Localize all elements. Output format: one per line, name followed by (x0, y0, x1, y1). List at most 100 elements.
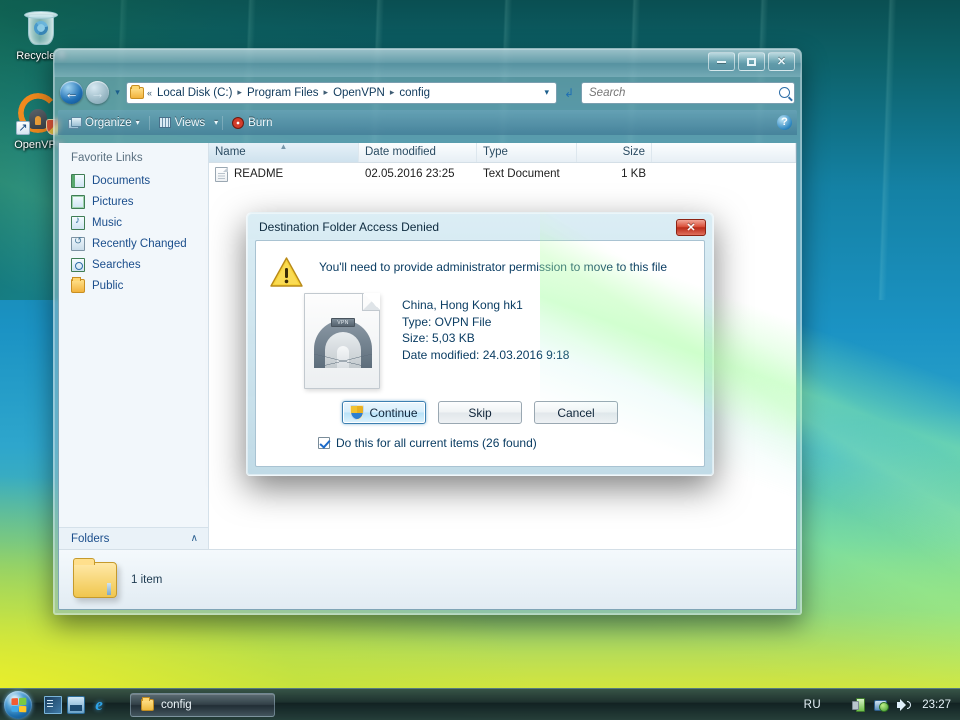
address-bar[interactable]: « Local Disk (C:) ▸ Program Files ▸ Open… (126, 81, 557, 104)
checkbox-label: Do this for all current items (26 found) (336, 436, 537, 450)
public-folder-icon (71, 276, 85, 293)
file-size: Size: 5,03 KB (402, 331, 475, 345)
views-button[interactable]: Views (154, 115, 210, 131)
folder-icon (73, 557, 117, 598)
column-header-size[interactable]: Size (577, 143, 652, 162)
search-box[interactable] (581, 81, 795, 104)
history-dropdown-icon[interactable]: ▾ (112, 87, 123, 98)
recently-changed-icon (71, 236, 85, 251)
organize-icon (68, 117, 82, 129)
dialog-button-row: Continue Skip Cancel (256, 401, 704, 424)
sidebar-item-label: Pictures (92, 195, 134, 208)
item-count-label: 1 item (131, 573, 163, 586)
burn-label: Burn (248, 116, 273, 129)
sidebar-item-searches[interactable]: Searches (59, 254, 208, 275)
text-file-icon (215, 166, 228, 182)
clock[interactable]: 23:27 (920, 699, 951, 711)
column-label: Type (483, 146, 508, 158)
dialog-message-row: You'll need to provide administrator per… (256, 241, 704, 287)
system-tray: RU 23:27 (804, 697, 960, 712)
column-header-date-modified[interactable]: Date modified (359, 143, 477, 162)
column-header-type[interactable]: Type (477, 143, 577, 162)
search-input[interactable] (589, 86, 779, 99)
taskbar: e config RU 23:27 (0, 688, 960, 720)
taskbar-button-config[interactable]: config (130, 692, 275, 717)
close-button[interactable]: ✕ (768, 52, 795, 71)
navigation-bar: ← → ▾ « Local Disk (C:) ▸ Program Files … (58, 77, 797, 108)
dialog-titlebar[interactable]: Destination Folder Access Denied ✕ (250, 216, 710, 238)
sidebar-item-music[interactable]: Music (59, 212, 208, 233)
file-name: README (234, 168, 284, 180)
show-desktop-icon[interactable] (44, 695, 62, 714)
sort-ascending-icon: ▲ (279, 143, 288, 151)
chevron-down-icon[interactable]: ▾ (539, 87, 554, 98)
address-chevrons[interactable]: « (146, 88, 153, 98)
sidebar-item-label: Searches (92, 258, 141, 271)
searches-icon (71, 257, 85, 272)
forward-button[interactable]: → (86, 81, 109, 104)
maximize-button[interactable] (738, 52, 765, 71)
power-icon[interactable] (852, 697, 866, 712)
continue-label: Continue (369, 405, 418, 420)
column-header-name[interactable]: ▲ Name (209, 143, 359, 162)
views-icon (158, 117, 171, 128)
skip-button[interactable]: Skip (438, 401, 522, 424)
toolbar-divider (148, 115, 150, 130)
minimize-button[interactable] (708, 52, 735, 71)
views-chevron-down-icon[interactable]: ▾ (214, 118, 218, 127)
toolbar-divider (222, 115, 224, 130)
taskbar-button-label: config (161, 698, 192, 711)
sidebar-item-pictures[interactable]: Pictures (59, 191, 208, 212)
file-metadata: China, Hong Kong hk1 Type: OVPN File Siz… (402, 293, 569, 389)
window-titlebar[interactable]: ✕ (54, 49, 801, 77)
navigation-pane: Favorite Links Documents Pictures Mus (59, 143, 209, 549)
continue-button[interactable]: Continue (342, 401, 426, 424)
folders-label: Folders (71, 532, 110, 545)
recycle-bin-icon (4, 6, 78, 48)
do-this-for-all-checkbox[interactable]: Do this for all current items (26 found) (318, 436, 537, 450)
column-header-spacer (652, 143, 796, 162)
back-button[interactable]: ← (60, 81, 83, 104)
documents-icon (71, 173, 85, 188)
folders-pane-toggle[interactable]: Folders ∧ (59, 527, 208, 549)
windows-start-orb (10, 697, 26, 712)
start-button[interactable] (4, 690, 32, 719)
organize-button[interactable]: Organize ▾ (63, 115, 145, 131)
column-label: Name (215, 146, 246, 158)
table-row[interactable]: README 02.05.2016 23:25 Text Document 1 … (209, 163, 796, 185)
switch-windows-icon[interactable] (67, 695, 85, 714)
chevron-up-icon: ∧ (190, 533, 198, 544)
help-button[interactable]: ? (777, 115, 792, 130)
checkbox-icon[interactable] (318, 437, 330, 449)
ovpn-file-icon: VPN (304, 293, 380, 389)
internet-explorer-icon[interactable]: e (90, 695, 108, 714)
network-icon[interactable] (874, 700, 890, 712)
breadcrumb-local-disk[interactable]: Local Disk (C:) (155, 87, 234, 99)
breadcrumb-separator: ▸ (237, 87, 242, 97)
sidebar-item-recently-changed[interactable]: Recently Changed (59, 233, 208, 254)
command-toolbar: Organize ▾ Views ▾ Burn ? (58, 110, 797, 135)
organize-label: Organize (85, 116, 132, 129)
volume-icon[interactable] (896, 698, 912, 712)
sidebar-item-documents[interactable]: Documents (59, 170, 208, 191)
status-bar: 1 item (59, 549, 796, 609)
burn-button[interactable]: Burn (227, 115, 277, 131)
sidebar-item-public[interactable]: Public (59, 275, 208, 296)
breadcrumb-openvpn[interactable]: OpenVPN (331, 87, 387, 99)
language-indicator[interactable]: RU (804, 699, 844, 711)
refresh-icon[interactable]: ↲ (560, 83, 578, 103)
shortcut-arrow-icon: ↗ (16, 121, 30, 135)
cancel-button[interactable]: Cancel (534, 401, 618, 424)
warning-triangle-icon (270, 257, 303, 287)
sidebar-item-label: Public (92, 279, 124, 292)
search-icon (779, 87, 790, 98)
breadcrumb-config[interactable]: config (397, 87, 432, 99)
access-denied-dialog: Destination Folder Access Denied ✕ You'l… (246, 212, 714, 476)
dialog-close-button[interactable]: ✕ (676, 218, 706, 236)
views-label: Views (174, 116, 206, 129)
file-date-modified: Date modified: 24.03.2016 9:18 (402, 347, 570, 362)
column-label: Date modified (365, 146, 436, 158)
breadcrumb-program-files[interactable]: Program Files (245, 87, 321, 99)
folder-icon (141, 696, 154, 711)
file-size-cell: 1 KB (621, 168, 646, 180)
